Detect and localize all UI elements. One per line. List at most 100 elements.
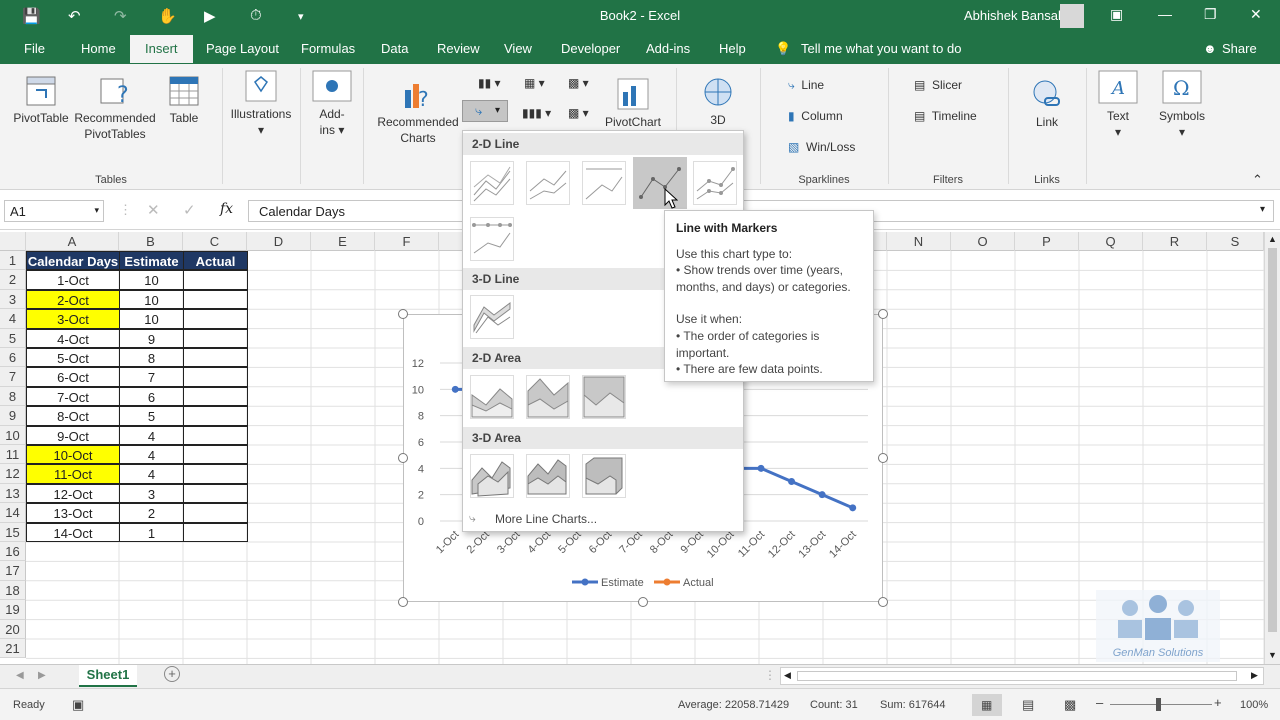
day-cell[interactable]: 9-Oct [26, 425, 120, 445]
actual-cell[interactable] [183, 289, 248, 310]
day-cell[interactable]: 4-Oct [26, 328, 120, 348]
estimate-cell[interactable]: 9 [119, 328, 184, 348]
estimate-cell[interactable]: 4 [119, 464, 184, 484]
row-header-1[interactable]: 1 [0, 251, 26, 271]
column-header-e[interactable]: E [311, 232, 375, 251]
hierarchy-chart-icon[interactable]: ▦ ▾ [524, 76, 545, 90]
scroll-up-icon[interactable]: ▲ [1268, 234, 1277, 244]
day-cell[interactable]: 7-Oct [26, 386, 120, 407]
chart-resize-handle[interactable] [398, 453, 408, 463]
actual-cell[interactable] [183, 425, 248, 445]
tab-insert[interactable]: Insert [130, 35, 193, 63]
prev-sheet-icon[interactable]: ◀ [16, 670, 24, 681]
waterfall-chart-icon[interactable]: ▩ ▾ [568, 76, 589, 90]
scroll-left-icon[interactable]: ◀ [784, 670, 791, 681]
day-cell[interactable]: 1-Oct [26, 270, 120, 290]
row-header-19[interactable]: 19 [0, 600, 26, 620]
actual-cell[interactable] [183, 386, 248, 407]
actual-cell[interactable] [183, 406, 248, 426]
name-box[interactable]: A1 ▾ [4, 200, 104, 222]
row-header-8[interactable]: 8 [0, 386, 26, 407]
row-header-16[interactable]: 16 [0, 542, 26, 562]
column-header-p[interactable]: P [1015, 232, 1079, 251]
new-sheet-icon[interactable]: + [164, 666, 180, 682]
tab-formulas[interactable]: Formulas [301, 41, 355, 56]
day-cell[interactable]: 6-Oct [26, 367, 120, 387]
day-cell[interactable]: 5-Oct [26, 348, 120, 368]
scroll-thumb[interactable] [797, 671, 1237, 681]
actual-cell[interactable] [183, 483, 248, 504]
estimate-cell[interactable]: 10 [119, 289, 184, 310]
estimate-cell[interactable]: 10 [119, 309, 184, 329]
row-header-6[interactable]: 6 [0, 348, 26, 368]
restore-icon[interactable]: ❐ [1204, 6, 1217, 23]
table-header-cell[interactable]: Actual [183, 251, 248, 271]
column-chart-icon[interactable]: ▮▮ ▾ [478, 76, 501, 90]
insert-function-icon[interactable]: fx [220, 201, 233, 217]
row-header-2[interactable]: 2 [0, 270, 26, 290]
day-cell[interactable]: 11-Oct [26, 464, 120, 484]
tell-me-box[interactable]: Tell me what you want to do [801, 41, 961, 56]
tab-view[interactable]: View [504, 41, 532, 56]
tab-home[interactable]: Home [81, 41, 116, 56]
normal-view-button[interactable]: ▦ [972, 694, 1002, 716]
row-header-20[interactable]: 20 [0, 619, 26, 639]
line-thumb-icon[interactable] [470, 161, 514, 205]
minimize-icon[interactable]: — [1158, 6, 1172, 22]
tab-addins[interactable]: Add-ins [646, 41, 690, 56]
100-stacked-line-thumb-icon[interactable] [582, 161, 626, 205]
row-header-3[interactable]: 3 [0, 289, 26, 310]
enter-icon[interactable]: ✓ [183, 201, 196, 219]
3d-stacked-area-thumb-icon[interactable] [526, 454, 570, 498]
row-header-9[interactable]: 9 [0, 406, 26, 426]
column-header-c[interactable]: C [183, 232, 247, 251]
slicer-button[interactable]: ▤ Slicer [914, 78, 962, 92]
sparkline-column-button[interactable]: ▮ Column [788, 109, 843, 123]
actual-cell[interactable] [183, 464, 248, 484]
zoom-level[interactable]: 100% [1240, 699, 1268, 711]
chart-resize-handle[interactable] [398, 309, 408, 319]
estimate-cell[interactable]: 6 [119, 386, 184, 407]
symbols-button[interactable]: Ω Symbols ▾ [1156, 70, 1208, 140]
column-header-d[interactable]: D [247, 232, 311, 251]
column-header-q[interactable]: Q [1079, 232, 1143, 251]
line-chart-dropdown-button[interactable]: ⤷ ▾ [462, 100, 508, 122]
column-header-r[interactable]: R [1143, 232, 1207, 251]
cancel-icon[interactable]: ✕ [147, 201, 160, 219]
chart-resize-handle[interactable] [878, 309, 888, 319]
row-header-5[interactable]: 5 [0, 328, 26, 348]
row-header-21[interactable]: 21 [0, 639, 26, 659]
day-cell[interactable]: 14-Oct [26, 522, 120, 542]
macro-record-icon[interactable]: ▣ [72, 697, 84, 713]
row-header-15[interactable]: 15 [0, 522, 26, 542]
actual-cell[interactable] [183, 309, 248, 329]
row-header-17[interactable]: 17 [0, 561, 26, 581]
3d-100-stacked-area-thumb-icon[interactable] [582, 454, 626, 498]
zoom-in-icon[interactable]: + [1214, 695, 1222, 710]
3d-line-thumb-icon[interactable] [470, 295, 514, 339]
avatar[interactable] [1060, 4, 1084, 28]
horizontal-scrollbar[interactable]: ◀ ▶ [780, 667, 1264, 685]
link-button[interactable]: Link [1028, 78, 1066, 130]
zoom-slider-thumb[interactable] [1156, 698, 1161, 711]
tab-file[interactable]: File [24, 41, 45, 56]
column-header-f[interactable]: F [375, 232, 439, 251]
estimate-cell[interactable]: 3 [119, 483, 184, 504]
expand-formula-icon[interactable]: ▾ [1260, 204, 1265, 215]
row-header-13[interactable]: 13 [0, 483, 26, 504]
day-cell[interactable]: 13-Oct [26, 503, 120, 523]
page-layout-view-icon[interactable]: ▤ [1022, 697, 1034, 713]
scroll-down-icon[interactable]: ▼ [1268, 650, 1277, 660]
row-header-4[interactable]: 4 [0, 309, 26, 329]
day-cell[interactable]: 8-Oct [26, 406, 120, 426]
row-header-18[interactable]: 18 [0, 580, 26, 601]
illustrations-button[interactable]: Illustrations ▾ [228, 70, 294, 138]
estimate-cell[interactable]: 4 [119, 425, 184, 445]
row-header-10[interactable]: 10 [0, 425, 26, 445]
actual-cell[interactable] [183, 503, 248, 523]
estimate-cell[interactable]: 10 [119, 270, 184, 290]
split-handle-icon[interactable]: ⋮ [764, 668, 776, 682]
actual-cell[interactable] [183, 348, 248, 368]
recommended-pivottables-button[interactable]: ? Recommended PivotTables [73, 76, 157, 142]
zoom-out-icon[interactable]: – [1096, 695, 1103, 710]
